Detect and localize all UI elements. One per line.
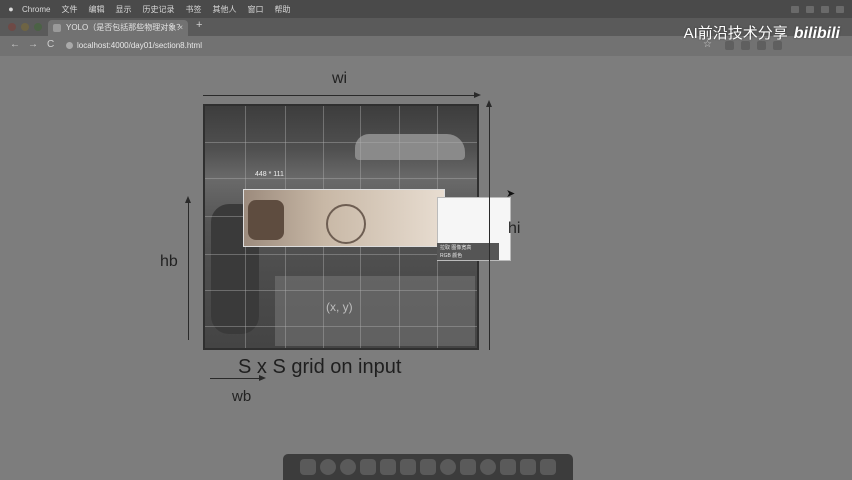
new-tab-button[interactable]: +: [196, 19, 202, 31]
contacts-icon[interactable]: [380, 459, 396, 475]
wifi-icon[interactable]: [791, 5, 799, 13]
grid-line: [205, 142, 477, 143]
selection-size-tag: 448 * 111: [255, 171, 284, 178]
hb-label: hb: [160, 253, 178, 270]
url-text: localhost:4000/day01/section8.html: [77, 41, 202, 50]
volume-icon[interactable]: [821, 5, 829, 13]
tab-yolo[interactable]: YOLO（是否包括那些物理对象？ ×: [48, 20, 188, 36]
close-window-icon[interactable]: [8, 23, 16, 31]
grid-line: [205, 326, 477, 327]
info-icon[interactable]: [66, 42, 73, 49]
music-icon[interactable]: [440, 459, 456, 475]
channel-watermark: AI前沿技术分享 bilibili: [684, 22, 840, 43]
mouse-cursor-icon: ➤: [506, 188, 516, 200]
menu-item-help[interactable]: 帮助: [274, 4, 290, 15]
folder-icon[interactable]: [520, 459, 536, 475]
wb-arrow: [210, 375, 266, 381]
wi-label: wi: [332, 70, 348, 87]
wb-label: wb: [232, 388, 252, 405]
preview-icon[interactable]: [500, 459, 516, 475]
menu-bar: ● Chrome 文件 编辑 显示 历史记录 书签 其他人 窗口 帮助: [0, 0, 852, 18]
watermark-text: AI前沿技术分享: [683, 25, 788, 42]
trash-icon[interactable]: [540, 459, 556, 475]
menu-item-edit[interactable]: 编辑: [88, 4, 104, 15]
notes-icon[interactable]: [420, 459, 436, 475]
person-shape: [248, 200, 284, 240]
minimize-window-icon[interactable]: [21, 23, 29, 31]
bilibili-logo: bilibili: [793, 25, 840, 42]
bicycle-wheel-shape: [326, 204, 366, 244]
capture-toolbar-line1: 拉取 图像宽高: [440, 245, 472, 251]
hi-arrow: [486, 100, 492, 350]
spotlight-icon[interactable]: [836, 5, 844, 13]
tab-close-icon[interactable]: ×: [178, 20, 183, 36]
finder-icon[interactable]: [300, 459, 316, 475]
favicon-icon: [53, 24, 61, 32]
menu-item-history[interactable]: 历史记录: [142, 4, 174, 15]
menu-item-app[interactable]: Chrome: [22, 5, 50, 14]
back-button[interactable]: ←: [10, 39, 20, 50]
capture-toolbar-line2: RGB 颜色: [440, 253, 463, 259]
mail-icon[interactable]: [360, 459, 376, 475]
hi-label: hi: [508, 220, 521, 237]
dock: [283, 454, 573, 480]
car-shape: [355, 134, 465, 160]
wi-arrow: [203, 92, 481, 98]
menu-item-file[interactable]: 文件: [61, 4, 77, 15]
launchpad-icon[interactable]: [320, 459, 336, 475]
menu-item-window[interactable]: 窗口: [247, 4, 263, 15]
reload-button[interactable]: C: [47, 39, 54, 50]
ground-shape: [275, 276, 475, 346]
safari-icon[interactable]: [340, 459, 356, 475]
status-icons: [791, 0, 844, 18]
menu-item-bookmarks[interactable]: 书签: [185, 4, 201, 15]
grid-line: [205, 290, 477, 291]
tab-title: YOLO（是否包括那些物理对象？: [66, 23, 185, 32]
center-coordinate-label: (x, y): [326, 300, 353, 314]
battery-icon[interactable]: [806, 5, 814, 13]
chrome-icon[interactable]: [480, 459, 496, 475]
grid-line: [205, 178, 477, 179]
address-bar[interactable]: localhost:4000/day01/section8.html: [66, 39, 676, 53]
forward-button[interactable]: →: [28, 39, 38, 50]
menu-item-view[interactable]: 显示: [115, 4, 131, 15]
zoom-window-icon[interactable]: [34, 23, 42, 31]
calendar-icon[interactable]: [400, 459, 416, 475]
terminal-icon[interactable]: [460, 459, 476, 475]
highlighted-region[interactable]: [243, 189, 445, 247]
menu-item-people[interactable]: 其他人: [212, 4, 236, 15]
apple-icon[interactable]: ●: [0, 4, 22, 14]
hb-arrow: [185, 196, 191, 340]
window-controls: [8, 23, 42, 31]
